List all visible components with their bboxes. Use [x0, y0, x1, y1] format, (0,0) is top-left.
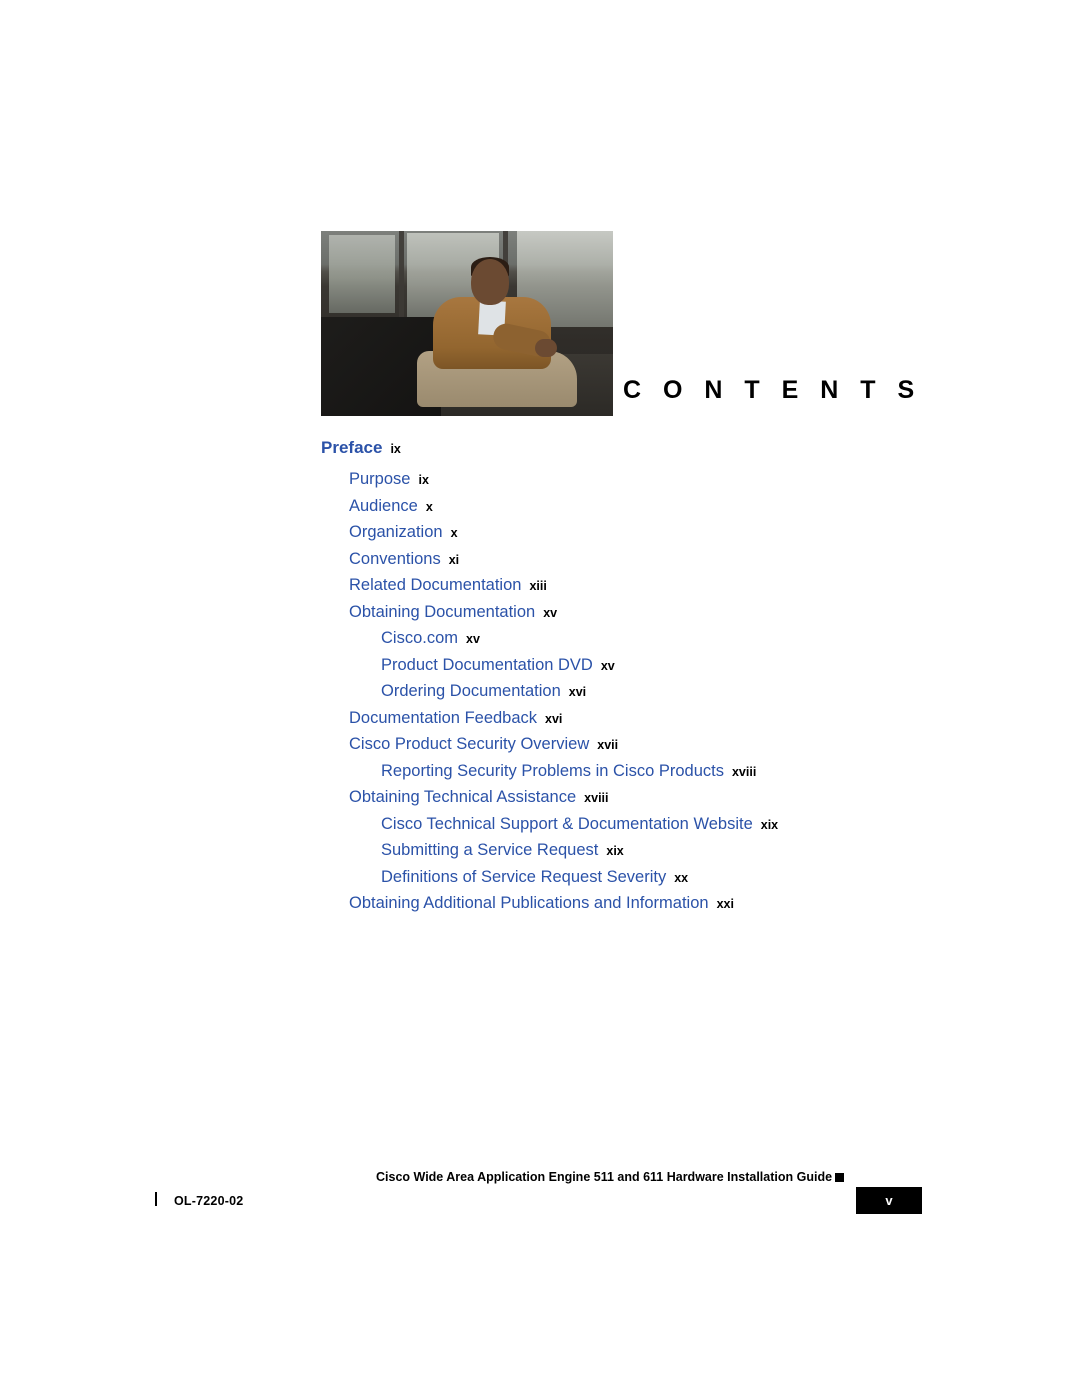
- toc-entry-cisco-technical-support-website[interactable]: Cisco Technical Support & Documentation …: [381, 815, 1021, 834]
- toc-entry-page: xv: [466, 632, 480, 646]
- toc-entry-title: Cisco Product Security Overview: [349, 735, 590, 753]
- toc-entry-conventions[interactable]: Conventions xi: [349, 550, 1021, 569]
- toc-entry-purpose[interactable]: Purpose ix: [349, 470, 1021, 489]
- toc-entry-title: Documentation Feedback: [349, 708, 538, 727]
- toc-entry-page: xvi: [568, 685, 587, 699]
- toc-entry-title: Cisco Technical Support & Documentation …: [381, 814, 753, 833]
- toc-entry-title: Submitting a Service Request: [381, 841, 599, 859]
- toc-entry-page: xv: [543, 605, 558, 620]
- toc-entry-preface[interactable]: Preface ix: [321, 438, 1021, 458]
- toc-entry-cisco-product-security-overview[interactable]: Cisco Product Security Overview xvii: [349, 735, 1021, 754]
- toc-entry-title: Audience: [349, 496, 418, 515]
- toc-entry-title: Cisco.com: [381, 629, 459, 647]
- toc-entry-ordering-documentation[interactable]: Ordering Documentation xvi: [381, 682, 1021, 701]
- toc-entry-page: xiii: [529, 579, 547, 593]
- toc-entry-title: Product Documentation DVD: [381, 655, 593, 674]
- toc-entry-page: xxi: [716, 897, 734, 911]
- photo-window-mullion: [399, 231, 404, 331]
- toc-entry-page: ix: [418, 473, 429, 487]
- footer-document-id: OL-7220-02: [174, 1194, 244, 1208]
- table-of-contents: Preface ix Purpose ix Audience x Organizati…: [321, 438, 1021, 921]
- toc-entry-obtaining-additional-publications[interactable]: Obtaining Additional Publications and In…: [349, 894, 1021, 913]
- photo-window-left: [329, 235, 395, 313]
- toc-entry-page: xix: [760, 817, 779, 832]
- photo-person-hand: [535, 339, 557, 357]
- footer-square-marker: [835, 1173, 844, 1182]
- footer-tick-marker: [155, 1192, 157, 1206]
- page-title: C O N T E N T S: [623, 376, 922, 404]
- toc-entry-title: Definitions of Service Request Severity: [381, 867, 667, 886]
- toc-entry-page: xviii: [584, 791, 609, 805]
- toc-entry-title: Organization: [349, 523, 443, 541]
- photo-person-head: [471, 259, 509, 305]
- toc-entry-title: Ordering Documentation: [381, 682, 561, 700]
- toc-entry-page: xviii: [731, 764, 757, 779]
- footer-page-number: v: [885, 1193, 893, 1208]
- toc-entry-audience[interactable]: Audience x: [349, 497, 1021, 516]
- toc-entry-obtaining-documentation[interactable]: Obtaining Documentation xv: [349, 603, 1021, 622]
- toc-entry-reporting-security-problems[interactable]: Reporting Security Problems in Cisco Pro…: [381, 762, 1021, 781]
- toc-entry-title: Obtaining Additional Publications and In…: [349, 894, 709, 912]
- toc-entry-submitting-a-service-request[interactable]: Submitting a Service Request xix: [381, 841, 1021, 860]
- toc-entry-page: xvii: [597, 738, 619, 752]
- toc-entry-obtaining-technical-assistance[interactable]: Obtaining Technical Assistance xviii: [349, 788, 1021, 807]
- toc-entry-page: xi: [448, 552, 460, 567]
- toc-entry-page: xvi: [545, 711, 563, 726]
- toc-entry-title: Obtaining Technical Assistance: [349, 788, 577, 806]
- toc-entry-related-documentation[interactable]: Related Documentation xiii: [349, 576, 1021, 595]
- toc-entry-title: Related Documentation: [349, 576, 522, 594]
- toc-entry-cisco-com[interactable]: Cisco.com xv: [381, 629, 1021, 648]
- toc-entry-page: xx: [674, 870, 689, 885]
- toc-entry-page: x: [425, 499, 433, 514]
- toc-entry-organization[interactable]: Organization x: [349, 523, 1021, 542]
- footer-book-title: Cisco Wide Area Application Engine 511 a…: [376, 1170, 833, 1184]
- toc-entry-title: Purpose: [349, 470, 411, 488]
- header-photo: [321, 231, 613, 416]
- toc-entry-title: Obtaining Documentation: [349, 602, 536, 621]
- toc-entry-documentation-feedback[interactable]: Documentation Feedback xvi: [349, 709, 1021, 728]
- toc-entry-page: xix: [606, 844, 624, 858]
- toc-entry-title: Conventions: [349, 549, 441, 568]
- toc-entry-definitions-of-service-request-severity[interactable]: Definitions of Service Request Severity x…: [381, 868, 1021, 887]
- toc-entry-page: xv: [600, 658, 615, 673]
- toc-entry-title: Reporting Security Problems in Cisco Pro…: [381, 761, 724, 780]
- toc-entry-title: Preface: [321, 438, 383, 457]
- toc-entry-product-documentation-dvd[interactable]: Product Documentation DVD xv: [381, 656, 1021, 675]
- toc-entry-page: ix: [390, 442, 401, 456]
- chapter-header: C O N T E N T S: [321, 231, 914, 416]
- page-footer: Cisco Wide Area Application Engine 511 a…: [0, 1170, 1080, 1240]
- toc-entry-page: x: [450, 526, 458, 540]
